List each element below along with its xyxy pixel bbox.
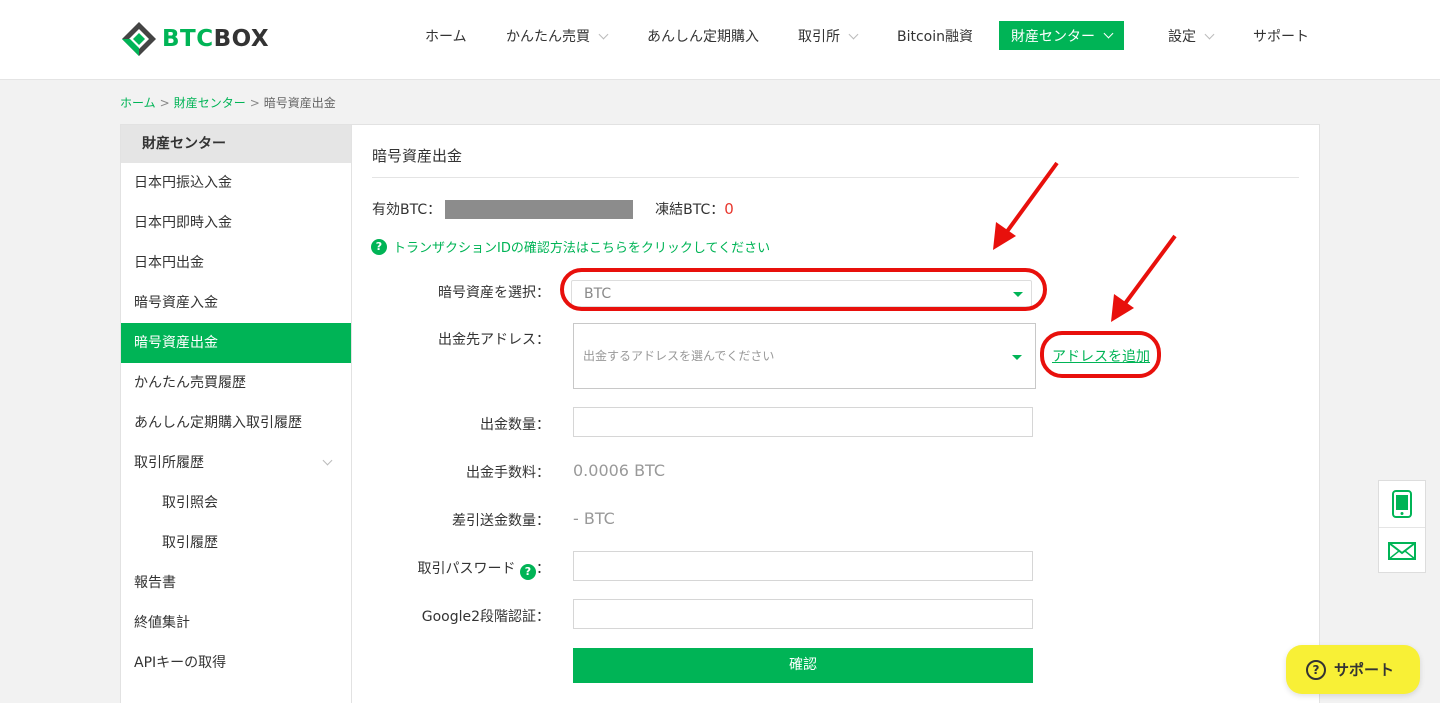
sidebar-item-label: 取引照会 [162, 495, 218, 511]
title-divider [372, 177, 1299, 178]
nav-exchange-label: 取引所 [798, 29, 840, 45]
sidebar-item-label: 取引履歴 [162, 535, 218, 551]
nav-settings-label: 設定 [1168, 29, 1196, 45]
twofa-input[interactable] [573, 599, 1033, 629]
chevron-down-icon [1103, 28, 1114, 39]
floating-contact-box [1378, 480, 1426, 573]
chevron-down-icon [848, 29, 859, 39]
phone-button[interactable] [1379, 481, 1425, 527]
fee-label: 出金手数料： [466, 465, 550, 481]
nav-easy-trade-label: かんたん売買 [506, 29, 590, 45]
highlight-ring-asset-select [560, 268, 1047, 311]
breadcrumb-separator: > [249, 96, 260, 110]
amount-input[interactable] [573, 407, 1033, 437]
mail-button[interactable] [1379, 527, 1425, 573]
password-label: 取引パスワード ?： [250, 558, 550, 580]
amount-label: 出金数量： [480, 417, 550, 433]
sidebar-item-jpy-instant-deposit[interactable]: 日本円即時入金 [121, 203, 351, 243]
twofa-label: Google2段階認証： [421, 609, 550, 625]
support-chat-button[interactable]: ? サポート [1286, 645, 1420, 694]
password-label-text: 取引パスワード [417, 561, 516, 577]
phone-icon [1392, 490, 1412, 518]
question-icon: ? [1306, 659, 1326, 680]
sidebar-item-label: かんたん売買履歴 [134, 375, 246, 391]
breadcrumb: ホーム > 財産センター > 暗号資産出金 [120, 94, 336, 111]
nav-bitcoin-loan-label: Bitcoin融資 [897, 29, 974, 45]
sidebar-item-jpy-bank-deposit[interactable]: 日本円振込入金 [121, 163, 351, 203]
breadcrumb-home[interactable]: ホーム [120, 96, 156, 110]
fee-value: 0.0006 BTC [573, 461, 666, 480]
breadcrumb-asset-center[interactable]: 財産センター [174, 96, 246, 110]
nav-regular-purchase-label: あんしん定期購入 [647, 29, 759, 45]
dropdown-triangle-icon [1012, 355, 1022, 360]
nav-easy-trade[interactable]: かんたん売買 [506, 21, 609, 51]
sidebar-item-label: APIキーの取得 [134, 655, 227, 671]
mail-icon [1388, 541, 1416, 560]
sidebar-item-jpy-withdrawal[interactable]: 日本円出金 [121, 243, 351, 283]
sidebar-item-label: 取引所履歴 [134, 455, 204, 471]
frozen-btc-label: 凍結BTC： [655, 202, 725, 218]
address-select[interactable]: 出金するアドレスを選んでください [573, 323, 1036, 389]
chevron-down-icon [598, 29, 609, 39]
txid-help-link[interactable]: ? トランザクションIDの確認方法はこちらをクリックしてください [371, 237, 770, 256]
content-panel: 財産センター 日本円振込入金 日本円即時入金 日本円出金 暗号資産入金 暗号資産… [120, 124, 1320, 703]
nav-asset-center[interactable]: 財産センター [999, 21, 1124, 50]
frozen-btc-value: 0 [724, 200, 734, 218]
nav-home-label: ホーム [425, 29, 467, 45]
sidebar-item-label: 日本円振込入金 [134, 175, 232, 191]
nav-bitcoin-loan[interactable]: Bitcoin融資 [897, 21, 973, 51]
btcbox-logo[interactable]: BTCBOX [120, 20, 269, 58]
nav-support-label: サポート [1253, 29, 1309, 45]
txid-help-text: トランザクションIDの確認方法はこちらをクリックしてください [393, 241, 771, 256]
password-label-colon: ： [536, 561, 550, 577]
breadcrumb-separator: > [159, 96, 170, 110]
password-input[interactable] [573, 551, 1033, 581]
sidebar-title: 財産センター [121, 125, 351, 163]
logo-icon [122, 22, 156, 56]
nav-home[interactable]: ホーム [425, 21, 467, 51]
nav-regular-purchase[interactable]: あんしん定期購入 [647, 21, 759, 51]
sidebar-item-easy-trade-history[interactable]: かんたん売買履歴 [121, 363, 351, 403]
sidebar-item-label: 暗号資産出金 [134, 335, 218, 351]
nav-support[interactable]: サポート [1253, 21, 1309, 51]
page-title: 暗号資産出金 [372, 147, 463, 165]
confirm-button[interactable]: 確認 [573, 648, 1033, 683]
question-icon: ? [371, 238, 387, 255]
nav-asset-center-label: 財産センター [1011, 28, 1095, 45]
nav-exchange[interactable]: 取引所 [798, 21, 859, 51]
question-icon[interactable]: ? [520, 564, 536, 580]
address-placeholder: 出金するアドレスを選んでください [583, 349, 775, 363]
site-header: BTCBOX ホーム かんたん売買 あんしん定期購入 取引所 Bitcoin融資… [0, 0, 1440, 80]
sidebar-item-label: 日本円出金 [134, 255, 204, 271]
available-btc-redacted [445, 199, 634, 219]
sidebar-item-label: 日本円即時入金 [134, 215, 232, 231]
breadcrumb-current: 暗号資産出金 [263, 96, 336, 110]
address-label: 出金先アドレス： [438, 332, 550, 348]
sidebar-item-label: 終値集計 [134, 615, 190, 631]
sidebar-item-api-key[interactable]: APIキーの取得 [121, 643, 351, 683]
sidebar-item-label: 報告書 [134, 575, 176, 591]
support-button-label: サポート [1334, 661, 1395, 679]
net-amount-value: - BTC [573, 509, 615, 528]
available-btc-label: 有効BTC： [372, 202, 442, 218]
sidebar-item-label: 暗号資産入金 [134, 295, 218, 311]
net-amount-label: 差引送金数量： [452, 513, 550, 529]
balance-row: 有効BTC： 凍結BTC： 0 [372, 199, 734, 219]
chevron-down-icon [1204, 29, 1215, 39]
asset-select-label: 暗号資産を選択： [438, 285, 550, 301]
nav-settings[interactable]: 設定 [1168, 21, 1215, 51]
logo-btc-text: BTC [162, 26, 214, 52]
highlight-ring-add-address [1040, 331, 1161, 378]
logo-box-text: BOX [213, 26, 270, 52]
